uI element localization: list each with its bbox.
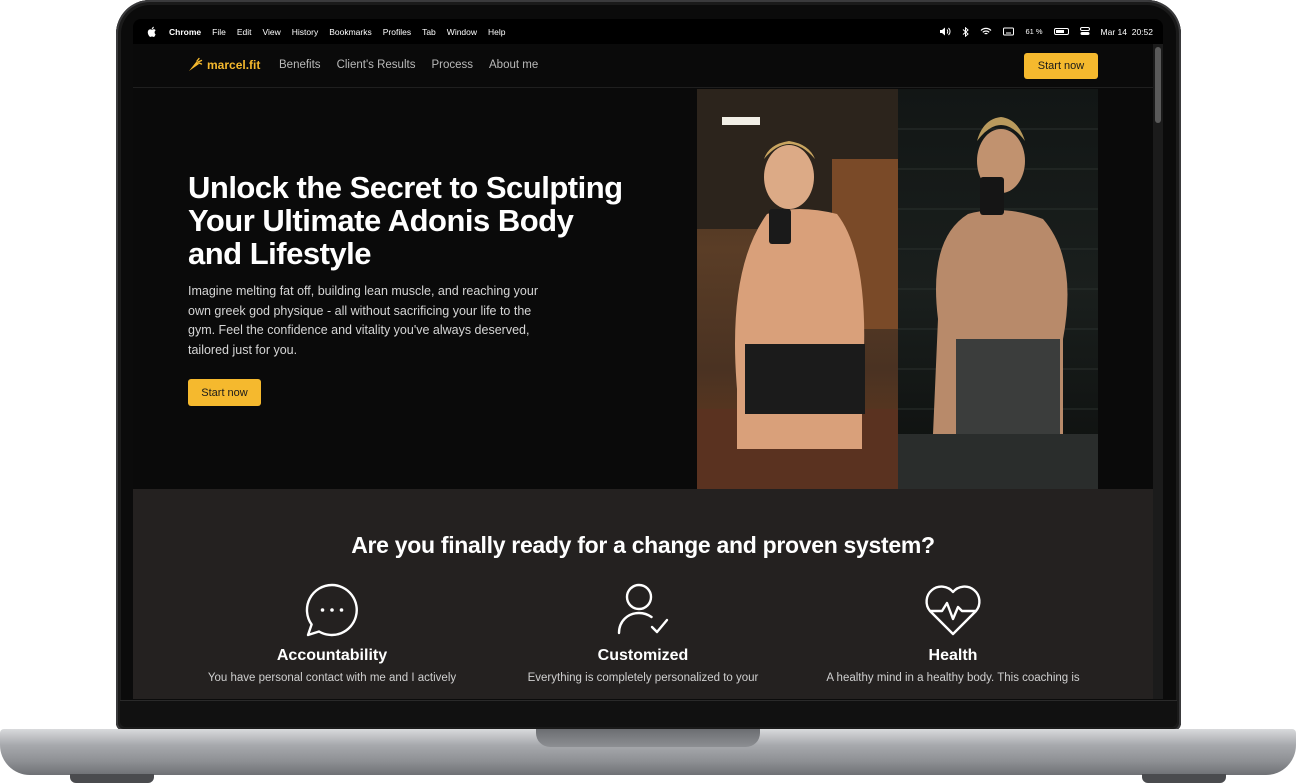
- feature-desc-accountability: You have personal contact with me and I …: [207, 672, 457, 684]
- feature-accountability: Accountability You have personal contact…: [187, 581, 477, 684]
- logo-text: marcel.fit: [207, 58, 261, 72]
- hero-title: Unlock the Secret to Sculpting Your Ulti…: [188, 170, 623, 271]
- scrollbar-thumb[interactable]: [1155, 47, 1161, 123]
- keyboard-icon[interactable]: [1003, 27, 1015, 36]
- feature-customized: Customized Everything is completely pers…: [498, 581, 788, 684]
- before-photo: [697, 89, 898, 489]
- after-photo-illustration: [898, 117, 1098, 489]
- feature-desc-customized: Everything is completely personalized to…: [527, 672, 759, 684]
- chat-bubble-icon: [305, 583, 358, 637]
- menu-app-name[interactable]: Chrome: [169, 27, 201, 37]
- nav-link-benefits[interactable]: Benefits: [279, 59, 321, 71]
- menu-profiles[interactable]: Profiles: [383, 27, 411, 37]
- laptop-notch: [536, 729, 760, 747]
- benefits-section: Are you finally ready for a change and p…: [133, 489, 1153, 699]
- scrollbar[interactable]: [1153, 44, 1163, 699]
- menu-window[interactable]: Window: [447, 27, 477, 37]
- user-check-icon: [617, 583, 669, 635]
- heart-pulse-icon: [925, 585, 981, 636]
- hero-section: Unlock the Secret to Sculpting Your Ulti…: [133, 89, 1153, 489]
- apple-icon[interactable]: [147, 26, 157, 38]
- clock[interactable]: Mar 14 20:52: [1101, 27, 1153, 37]
- feature-health: Health A healthy mind in a healthy body.…: [808, 581, 1098, 684]
- volume-icon[interactable]: [939, 27, 951, 36]
- menu-tab[interactable]: Tab: [422, 27, 436, 37]
- hero-subtitle: Imagine melting fat off, building lean m…: [188, 284, 538, 357]
- menu-file[interactable]: File: [212, 27, 226, 37]
- nav-links: Benefits Client's Results Process About …: [279, 59, 538, 71]
- menu-view[interactable]: View: [262, 27, 280, 37]
- carrot-icon: [189, 57, 203, 71]
- nav-link-process[interactable]: Process: [431, 59, 473, 71]
- menu-help[interactable]: Help: [488, 27, 505, 37]
- site-logo[interactable]: marcel.fit: [187, 57, 260, 73]
- website: marcel.fit Benefits Client's Results Pro…: [133, 44, 1153, 699]
- status-area: 61 % Mar 14 20:52: [939, 26, 1153, 37]
- battery-icon[interactable]: [1053, 28, 1069, 35]
- menu-edit[interactable]: Edit: [237, 27, 252, 37]
- nav-link-about-me[interactable]: About me: [489, 59, 538, 71]
- screen: Chrome File Edit View History Bookmarks …: [133, 19, 1163, 699]
- feature-title-customized: Customized: [597, 647, 689, 664]
- control-center-icon[interactable]: [1079, 27, 1090, 36]
- battery-percent: 61 %: [1025, 27, 1043, 36]
- laptop-foot-right: [1142, 774, 1226, 783]
- wifi-icon[interactable]: [980, 27, 992, 36]
- mac-menu-bar: Chrome File Edit View History Bookmarks …: [133, 19, 1163, 44]
- menu-bookmarks[interactable]: Bookmarks: [329, 27, 372, 37]
- laptop-chin: [120, 700, 1177, 727]
- after-photo: [898, 89, 1098, 489]
- nav-start-now-button[interactable]: Start now: [1024, 53, 1098, 79]
- menu-history[interactable]: History: [292, 27, 318, 37]
- benefits-heading: Are you finally ready for a change and p…: [351, 532, 935, 558]
- site-nav: marcel.fit Benefits Client's Results Pro…: [133, 44, 1153, 88]
- before-photo-illustration: [697, 89, 898, 489]
- nav-link-clients-results[interactable]: Client's Results: [337, 59, 416, 71]
- bluetooth-icon[interactable]: [962, 26, 970, 37]
- feature-title-accountability: Accountability: [276, 647, 388, 664]
- laptop-foot-left: [70, 774, 154, 783]
- hero-start-now-button[interactable]: Start now: [188, 379, 261, 406]
- feature-title-health: Health: [928, 647, 978, 664]
- feature-desc-health: A healthy mind in a healthy body. This c…: [826, 672, 1080, 684]
